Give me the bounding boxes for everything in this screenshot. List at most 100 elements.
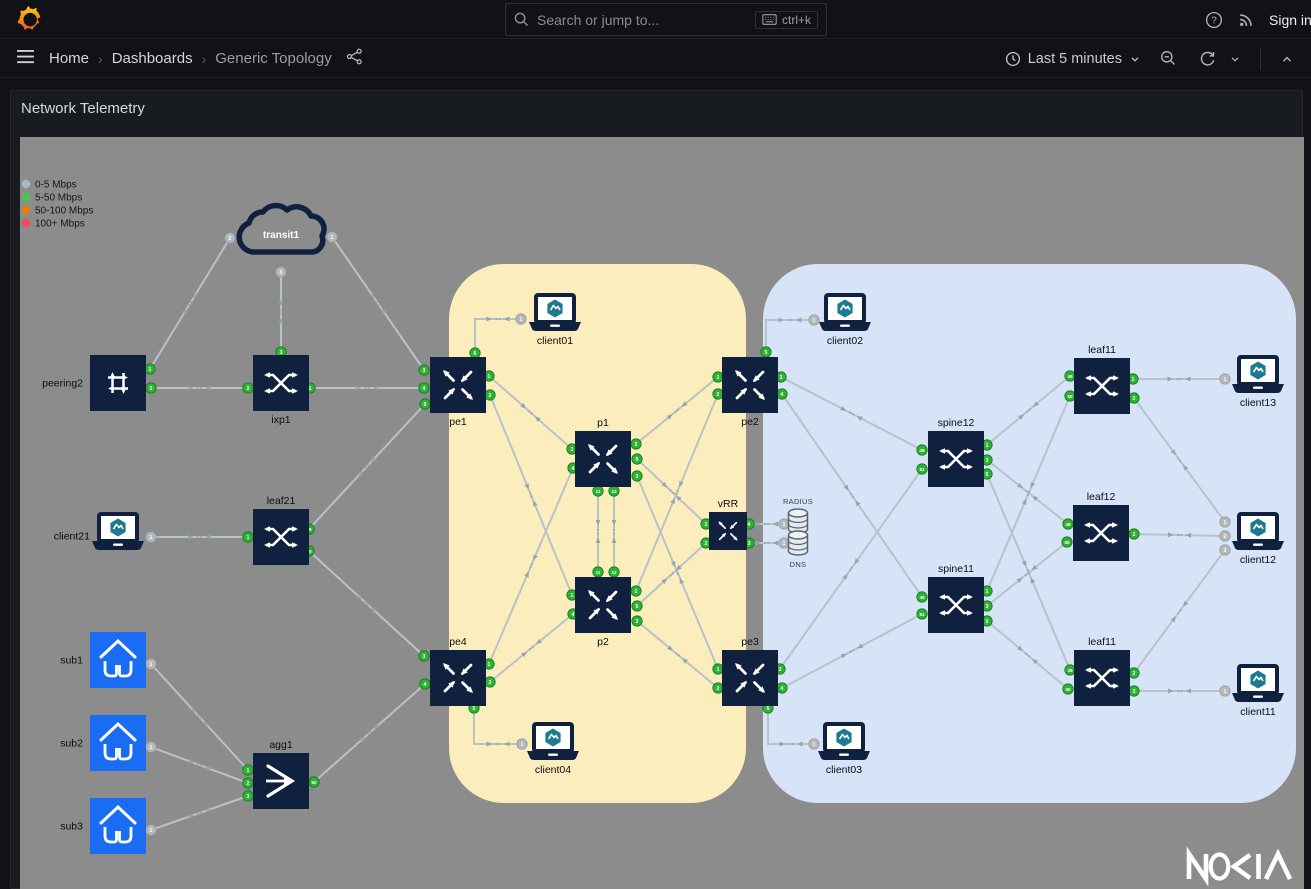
svg-text:5-50 Mbps: 5-50 Mbps <box>35 193 82 204</box>
menu-button[interactable] <box>16 49 35 69</box>
node-dns[interactable]: DNS <box>789 531 808 569</box>
link: 495 <box>304 399 430 534</box>
port-dot: 1 <box>146 532 156 542</box>
svg-text:2: 2 <box>1133 396 1136 402</box>
port-dot: 49 <box>1065 371 1075 381</box>
port-dot: 50 <box>1063 684 1073 694</box>
link: 503 <box>304 546 429 661</box>
port-dot: 1 <box>516 314 526 324</box>
port-dot: 5 <box>632 454 642 464</box>
shortcut-badge: ctrl+k <box>755 11 818 29</box>
port-dot: 3 <box>243 791 253 801</box>
search-icon <box>514 12 529 27</box>
svg-text:3: 3 <box>748 541 751 547</box>
keyboard-icon <box>762 14 777 25</box>
port-dot: 2 <box>243 383 253 393</box>
share-icon[interactable] <box>346 48 363 70</box>
node-label: client03 <box>826 764 862 776</box>
port-dot: 1 <box>243 765 253 775</box>
node-label: sub1 <box>60 655 83 667</box>
node-label: p2 <box>597 636 609 648</box>
port-dot: 1 <box>146 742 156 752</box>
port-dot: 3 <box>632 471 642 481</box>
svg-text:1: 1 <box>1132 377 1135 383</box>
refresh-button[interactable] <box>1190 50 1225 67</box>
link: 22 <box>146 383 253 393</box>
node-client21[interactable]: client21 <box>54 514 144 550</box>
svg-text:1: 1 <box>705 522 708 528</box>
port-dot: 1 <box>713 372 723 382</box>
svg-text:1: 1 <box>986 589 989 595</box>
svg-text:5: 5 <box>636 604 639 610</box>
svg-text:49: 49 <box>919 595 925 600</box>
node-sub3[interactable]: sub3 <box>60 798 146 854</box>
svg-text:1: 1 <box>309 386 312 392</box>
node-label: sub2 <box>60 738 83 750</box>
svg-text:5: 5 <box>986 472 989 478</box>
svg-text:5: 5 <box>473 706 476 712</box>
news-icon[interactable] <box>1237 11 1255 29</box>
breadcrumb-home[interactable]: Home <box>49 50 89 67</box>
grafana-logo[interactable] <box>16 6 43 33</box>
breadcrumb-dashboards[interactable]: Dashboards <box>112 50 193 67</box>
node-label: agg1 <box>269 739 293 751</box>
zoom-out-button[interactable] <box>1151 50 1186 67</box>
svg-text:2: 2 <box>717 686 720 692</box>
svg-text:49: 49 <box>919 448 925 453</box>
svg-text:3: 3 <box>780 375 783 381</box>
node-label: DNS <box>790 560 807 569</box>
port-dot: 1 <box>517 739 527 749</box>
svg-text:1: 1 <box>247 535 250 541</box>
node-sub2[interactable]: sub2 <box>60 715 146 771</box>
svg-text:1: 1 <box>150 535 153 541</box>
collapse-button[interactable] <box>1271 52 1303 66</box>
svg-text:50: 50 <box>1065 687 1071 692</box>
node-label: spine11 <box>938 563 974 575</box>
svg-text:51: 51 <box>919 467 925 472</box>
node-label: leaf12 <box>1087 491 1116 503</box>
node-peering2[interactable]: peering2 <box>42 355 146 411</box>
port-dot: 49 <box>917 445 927 455</box>
svg-text:4: 4 <box>572 466 575 472</box>
refresh-interval-dropdown[interactable] <box>1229 53 1250 65</box>
svg-text:1: 1 <box>521 742 524 748</box>
port-dot: 2 <box>243 778 253 788</box>
svg-text:1: 1 <box>813 318 816 324</box>
node-label: sub3 <box>60 821 83 833</box>
node-label: client12 <box>1240 554 1276 566</box>
node-leaf21[interactable]: leaf21 <box>253 495 309 565</box>
node-label: client21 <box>54 531 90 543</box>
link-speed-legend: 0-5 Mbps5-50 Mbps50-100 Mbps100+ Mbps <box>22 180 94 230</box>
search-input[interactable]: Search or jump to... ctrl+k <box>505 3 827 36</box>
svg-text:3: 3 <box>423 368 426 374</box>
svg-text:2: 2 <box>705 541 708 547</box>
node-agg1[interactable]: agg1 <box>253 739 309 809</box>
help-icon[interactable]: ? <box>1205 11 1223 29</box>
svg-text:2: 2 <box>150 386 153 392</box>
svg-text:1: 1 <box>520 317 523 323</box>
sign-in-link[interactable]: Sign in <box>1269 12 1311 28</box>
link: 11 <box>146 532 253 542</box>
svg-text:1: 1 <box>783 541 786 547</box>
svg-text:2: 2 <box>635 589 638 595</box>
svg-text:1: 1 <box>488 662 491 668</box>
time-range-picker[interactable]: Last 5 minutes <box>999 51 1147 67</box>
port-dot: 3 <box>1220 545 1230 555</box>
node-label: client13 <box>1240 397 1276 409</box>
svg-text:1: 1 <box>150 745 153 751</box>
svg-text:50-100 Mbps: 50-100 Mbps <box>35 206 93 217</box>
node-label: client01 <box>537 335 573 347</box>
node-label: vRR <box>718 498 739 510</box>
node-transit1[interactable]: transit1 <box>239 205 324 252</box>
node-label: p1 <box>597 417 609 429</box>
port-dot: 2 <box>1220 531 1230 541</box>
svg-text:1: 1 <box>247 768 250 774</box>
svg-text:100+ Mbps: 100+ Mbps <box>35 219 85 230</box>
node-ixp1[interactable]: ixp1 <box>253 355 309 426</box>
port-dot: 50 <box>1062 537 1072 547</box>
port-dot: 51 <box>917 464 927 474</box>
node-sub1[interactable]: sub1 <box>60 632 146 688</box>
svg-text:3: 3 <box>779 667 782 673</box>
port-dot: 6 <box>470 348 480 358</box>
port-dot: 50 <box>1065 391 1075 401</box>
